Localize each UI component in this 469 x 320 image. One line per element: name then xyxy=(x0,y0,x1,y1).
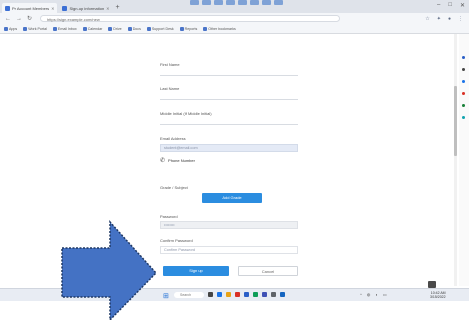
back-icon[interactable]: ← xyxy=(5,16,11,22)
confirm-password-placeholder: Confirm Password xyxy=(164,248,196,252)
side-icon[interactable] xyxy=(462,68,465,71)
window-controls: – □ ✕ xyxy=(437,2,465,9)
password-placeholder: •••••••• xyxy=(164,223,175,227)
corner-toggle-icon[interactable] xyxy=(428,281,436,288)
maximize-icon[interactable]: □ xyxy=(448,2,452,9)
browser-actions: ☆ ✦ ● ⋮ xyxy=(425,16,463,22)
bookmark-item[interactable]: Drive xyxy=(108,26,122,31)
explorer-icon[interactable] xyxy=(226,292,231,297)
system-tray: ^ ◍ ◖ ▭ xyxy=(360,292,387,297)
email-value: student@email.com xyxy=(164,146,198,150)
bookmark-item[interactable]: Apps xyxy=(4,26,17,31)
last-name-field[interactable] xyxy=(160,92,298,100)
taskbar: ⊞ Search ^ ◍ ◖ ▭ 10:42 AM 3/15/2022 xyxy=(0,288,469,302)
bookmark-item[interactable]: Other bookmarks xyxy=(203,26,236,31)
favicon-icon xyxy=(5,5,10,11)
battery-icon[interactable]: ▭ xyxy=(383,292,387,297)
pinned-icons xyxy=(190,0,283,5)
app-icon[interactable] xyxy=(253,292,258,297)
side-icon[interactable] xyxy=(462,116,465,119)
clock[interactable]: 10:42 AM 3/15/2022 xyxy=(430,291,446,299)
chevron-up-icon[interactable]: ^ xyxy=(360,292,362,297)
first-name-field[interactable] xyxy=(160,68,298,76)
volume-icon[interactable]: ◖ xyxy=(375,292,377,297)
scrollbar-thumb[interactable] xyxy=(454,86,457,156)
close-window-icon[interactable]: ✕ xyxy=(460,2,465,9)
profile-icon[interactable]: ● xyxy=(448,16,451,22)
app-icon[interactable] xyxy=(262,292,267,297)
side-icon[interactable] xyxy=(462,104,465,107)
confirm-password-field[interactable]: Confirm Password xyxy=(160,246,298,254)
bookmark-item[interactable]: Work Portal xyxy=(23,26,47,31)
bookmark-item[interactable]: Docs xyxy=(127,26,141,31)
confirm-password-label: Confirm Password xyxy=(160,238,193,243)
side-icon[interactable] xyxy=(462,80,465,83)
taskview-icon[interactable] xyxy=(208,292,213,297)
bookmark-item[interactable]: Email Inbox xyxy=(52,26,77,31)
bookmark-item[interactable]: Support Desk xyxy=(146,26,174,31)
star-icon[interactable]: ☆ xyxy=(425,16,429,22)
bookmark-item[interactable]: Reports xyxy=(179,26,197,31)
address-bar: ← → ↻ https://sign.example.com/new ☆ ✦ ●… xyxy=(0,13,469,24)
taskbar-search[interactable]: Search xyxy=(174,292,204,298)
cancel-button[interactable]: Cancel xyxy=(238,266,298,276)
add-grade-button[interactable]: Add Grade xyxy=(202,193,262,203)
mail-icon[interactable] xyxy=(244,292,249,297)
page-scrollbar[interactable] xyxy=(454,34,457,286)
middle-initial-label: Middle Initial (If Middle Initial) xyxy=(160,111,212,116)
phone-label: Phone Number xyxy=(168,158,195,163)
phone-icon: ✆ xyxy=(160,158,166,164)
email-field[interactable]: student@email.com xyxy=(160,144,298,152)
password-label: Password xyxy=(160,214,178,219)
tab-label: Sign-up information xyxy=(69,5,105,11)
middle-initial-field[interactable] xyxy=(160,117,298,125)
windows-start-icon[interactable]: ⊞ xyxy=(163,292,169,300)
favicon-icon xyxy=(62,5,68,11)
url-input[interactable]: https://sign.example.com/new xyxy=(40,15,341,22)
network-icon[interactable]: ◍ xyxy=(367,292,371,297)
signup-button[interactable]: Sign up xyxy=(163,266,229,276)
close-tab-icon[interactable]: ✕ xyxy=(106,6,109,11)
first-name-label: First Name xyxy=(160,62,180,67)
side-icon[interactable] xyxy=(462,92,465,95)
tab-label: Pr Account Members xyxy=(12,5,50,11)
app-icon[interactable] xyxy=(280,292,285,297)
app-icon[interactable] xyxy=(271,292,276,297)
grade-label: Grade / Subject xyxy=(160,185,188,190)
close-tab-icon[interactable]: ✕ xyxy=(51,6,54,11)
chrome-icon[interactable] xyxy=(235,292,240,297)
side-icon[interactable] xyxy=(462,56,465,59)
email-label: Email Address xyxy=(160,136,186,141)
taskbar-apps xyxy=(208,292,285,297)
new-tab-button[interactable]: + xyxy=(116,3,120,13)
browser-tab-bar: Pr Account Members ✕ Sign-up information… xyxy=(0,0,469,13)
password-field[interactable]: •••••••• xyxy=(160,221,298,229)
reload-icon[interactable]: ↻ xyxy=(27,15,32,22)
edge-icon[interactable] xyxy=(217,292,222,297)
browser-tab[interactable]: Sign-up information ✕ xyxy=(59,3,112,13)
minimize-icon[interactable]: – xyxy=(437,2,440,9)
browser-tab-active[interactable]: Pr Account Members ✕ xyxy=(2,3,58,13)
last-name-label: Last Name xyxy=(160,86,180,91)
extensions-icon[interactable]: ✦ xyxy=(437,16,441,22)
forward-icon[interactable]: → xyxy=(16,16,22,22)
bookmark-item[interactable]: Calendar xyxy=(82,26,102,31)
bookmarks-bar: Apps Work Portal Email Inbox Calendar Dr… xyxy=(0,24,469,34)
side-panel-strip xyxy=(459,34,469,286)
phone-row[interactable]: ✆ Phone Number xyxy=(160,157,195,164)
annotation-arrow xyxy=(61,220,158,320)
menu-icon[interactable]: ⋮ xyxy=(458,16,463,22)
clock-date: 3/15/2022 xyxy=(430,295,446,299)
bottom-margin xyxy=(0,301,469,320)
